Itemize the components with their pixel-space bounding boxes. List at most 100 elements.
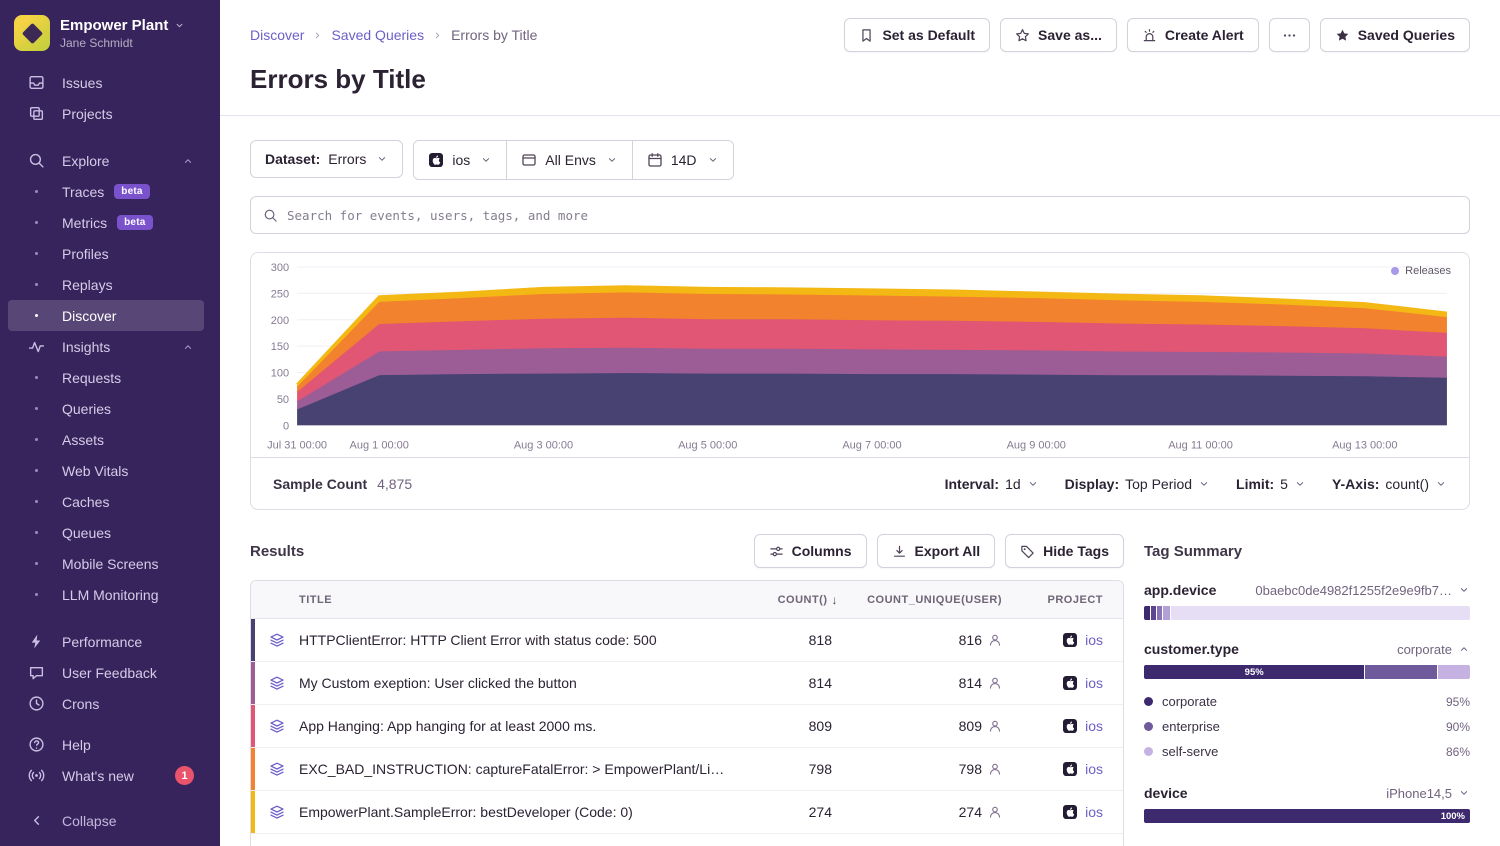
sidebar-section-explore[interactable]: Explore — [0, 145, 220, 176]
layers-icon — [269, 718, 285, 734]
row-title[interactable]: My Custom exeption: User clicked the but… — [299, 675, 743, 691]
tag-value-name: corporate — [1162, 694, 1217, 709]
saved-queries-button[interactable]: Saved Queries — [1320, 18, 1470, 52]
create-alert-button[interactable]: Create Alert — [1127, 18, 1259, 52]
tag-distribution-bar[interactable]: 100% — [1144, 809, 1470, 823]
table-row[interactable]: App Hanging: App hanging for at least 20… — [251, 705, 1123, 748]
control-label: Limit: — [1236, 476, 1274, 492]
breadcrumb-saved-queries[interactable]: Saved Queries — [331, 27, 424, 43]
sidebar-section-insights[interactable]: Insights — [0, 331, 220, 362]
bullet-icon — [26, 407, 46, 410]
tag-value-percentage: 90% — [1446, 720, 1470, 734]
sidebar-item-discover[interactable]: Discover — [8, 300, 204, 331]
table-row[interactable]: EmpowerPlant.SampleError: happyCustomer … — [251, 834, 1123, 846]
tag-value-row[interactable]: self-serve86% — [1144, 739, 1470, 764]
sidebar-item-user-feedback[interactable]: User Feedback — [0, 657, 220, 688]
sidebar-item-issues[interactable]: Issues — [0, 67, 220, 98]
row-title[interactable]: EXC_BAD_INSTRUCTION: captureFatalError: … — [299, 761, 743, 777]
breadcrumb-discover[interactable]: Discover — [250, 27, 304, 43]
sidebar-item-caches[interactable]: Caches — [0, 486, 220, 517]
sidebar-item-projects[interactable]: Projects — [0, 98, 220, 129]
sidebar-item-crons[interactable]: Crons — [0, 688, 220, 719]
tag-value-dropdown[interactable]: corporate — [1397, 642, 1470, 657]
tag-value-dropdown[interactable]: iPhone14,5 — [1386, 786, 1470, 801]
svg-text:Aug 13 00:00: Aug 13 00:00 — [1332, 439, 1397, 451]
row-project[interactable]: ios — [1008, 632, 1123, 648]
column-header-project[interactable]: PROJECT — [1008, 594, 1123, 606]
tag-value-row[interactable]: corporate95% — [1144, 689, 1470, 714]
row-title[interactable]: EmpowerPlant.SampleError: bestDeveloper … — [299, 804, 743, 820]
svg-text:Jul 31 00:00: Jul 31 00:00 — [267, 439, 327, 451]
search-input[interactable] — [287, 208, 1457, 223]
tag-value-row[interactable]: enterprise90% — [1144, 714, 1470, 739]
sidebar-item-web-vitals[interactable]: Web Vitals — [0, 455, 220, 486]
table-row[interactable]: EmpowerPlant.SampleError: bestDeveloper … — [251, 791, 1123, 834]
events-chart-card: Releases 050100150200250300Jul 31 00:00A… — [250, 252, 1470, 510]
results-table: TITLECOUNT()↓COUNT_UNIQUE(USER)PROJECT H… — [250, 580, 1124, 846]
svg-text:150: 150 — [271, 341, 289, 353]
table-row[interactable]: HTTPClientError: HTTP Client Error with … — [251, 619, 1123, 662]
bullet-icon — [26, 252, 46, 255]
interval-control[interactable]: Interval:1d — [945, 476, 1039, 492]
display-control[interactable]: Display:Top Period — [1065, 476, 1210, 492]
sidebar-item-label: Requests — [62, 370, 121, 386]
sidebar-item-profiles[interactable]: Profiles — [0, 238, 220, 269]
tag-distribution-bar[interactable]: 95% — [1144, 665, 1470, 679]
date-range-filter[interactable]: 14D — [632, 141, 733, 179]
table-row[interactable]: EXC_BAD_INSTRUCTION: captureFatalError: … — [251, 748, 1123, 791]
table-row[interactable]: My Custom exeption: User clicked the but… — [251, 662, 1123, 705]
column-header-title[interactable]: TITLE — [299, 594, 743, 606]
columns-icon — [769, 544, 784, 559]
feedback-icon — [26, 664, 46, 681]
results-table-header: TITLECOUNT()↓COUNT_UNIQUE(USER)PROJECT — [251, 581, 1123, 619]
more-options-button[interactable] — [1269, 18, 1310, 52]
row-project[interactable]: ios — [1008, 761, 1123, 777]
ellipsis-icon — [1282, 28, 1297, 43]
row-project[interactable]: ios — [1008, 718, 1123, 734]
tag-bar-segment — [1365, 665, 1436, 679]
column-header-count-unique-user[interactable]: COUNT_UNIQUE(USER) — [838, 594, 1008, 606]
row-title[interactable]: HTTPClientError: HTTP Client Error with … — [299, 632, 743, 648]
sidebar-item-queries[interactable]: Queries — [0, 393, 220, 424]
hide-tags-button-label: Hide Tags — [1043, 543, 1109, 559]
dataset-filter[interactable]: Dataset: Errors — [250, 140, 403, 178]
sidebar-item-help[interactable]: Help — [0, 729, 220, 760]
sidebar-footer: HelpWhat's new1 Collapse — [0, 729, 220, 846]
save-as-button[interactable]: Save as... — [1000, 18, 1117, 52]
tag-value: iPhone14,5 — [1386, 786, 1452, 801]
sidebar-item-mobile-screens[interactable]: Mobile Screens — [0, 548, 220, 579]
tag-header: deviceiPhone14,5 — [1144, 785, 1470, 801]
environment-filter[interactable]: All Envs — [506, 141, 632, 179]
tag-distribution-bar[interactable] — [1144, 606, 1470, 620]
sidebar-item-replays[interactable]: Replays — [0, 269, 220, 300]
set-as-default-button[interactable]: Set as Default — [844, 18, 990, 52]
sidebar-item-traces[interactable]: Tracesbeta — [0, 176, 220, 207]
project-filter[interactable]: ios — [414, 141, 506, 179]
sidebar-item-what-s-new[interactable]: What's new1 — [0, 760, 220, 791]
row-project[interactable]: ios — [1008, 804, 1123, 820]
sidebar-item-llm-monitoring[interactable]: LLM Monitoring — [0, 579, 220, 610]
org-switcher[interactable]: Empower Plant Jane Schmidt — [0, 0, 220, 67]
tag-value-dropdown[interactable]: 0baebc0de4982f1255f2e9e9fb7… — [1255, 583, 1470, 598]
row-project[interactable]: ios — [1008, 675, 1123, 691]
column-header-count[interactable]: COUNT()↓ — [743, 593, 838, 607]
y-axis-control[interactable]: Y-Axis:count() — [1332, 476, 1447, 492]
search-icon — [26, 152, 46, 169]
svg-text:Aug 11 00:00: Aug 11 00:00 — [1168, 439, 1233, 451]
sidebar-item-assets[interactable]: Assets — [0, 424, 220, 455]
stacked-area-chart[interactable]: 050100150200250300Jul 31 00:00Aug 1 00:0… — [251, 253, 1469, 457]
row-title[interactable]: App Hanging: App hanging for at least 20… — [299, 718, 743, 734]
svg-text:Aug 1 00:00: Aug 1 00:00 — [350, 439, 409, 451]
sidebar-item-metrics[interactable]: Metricsbeta — [0, 207, 220, 238]
sidebar-collapse-button[interactable]: Collapse — [0, 805, 220, 836]
columns-button[interactable]: Columns — [754, 534, 867, 568]
tag-value-list: corporate95%enterprise90%self-serve86% — [1144, 689, 1470, 764]
sidebar-item-requests[interactable]: Requests — [0, 362, 220, 393]
hide-tags-button[interactable]: Hide Tags — [1005, 534, 1124, 568]
sidebar-item-queues[interactable]: Queues — [0, 517, 220, 548]
export-all-button[interactable]: Export All — [877, 534, 996, 568]
sidebar-item-performance[interactable]: Performance — [0, 626, 220, 657]
project-link: ios — [1085, 675, 1103, 691]
row-icon-cell — [255, 675, 299, 691]
limit-control[interactable]: Limit:5 — [1236, 476, 1306, 492]
